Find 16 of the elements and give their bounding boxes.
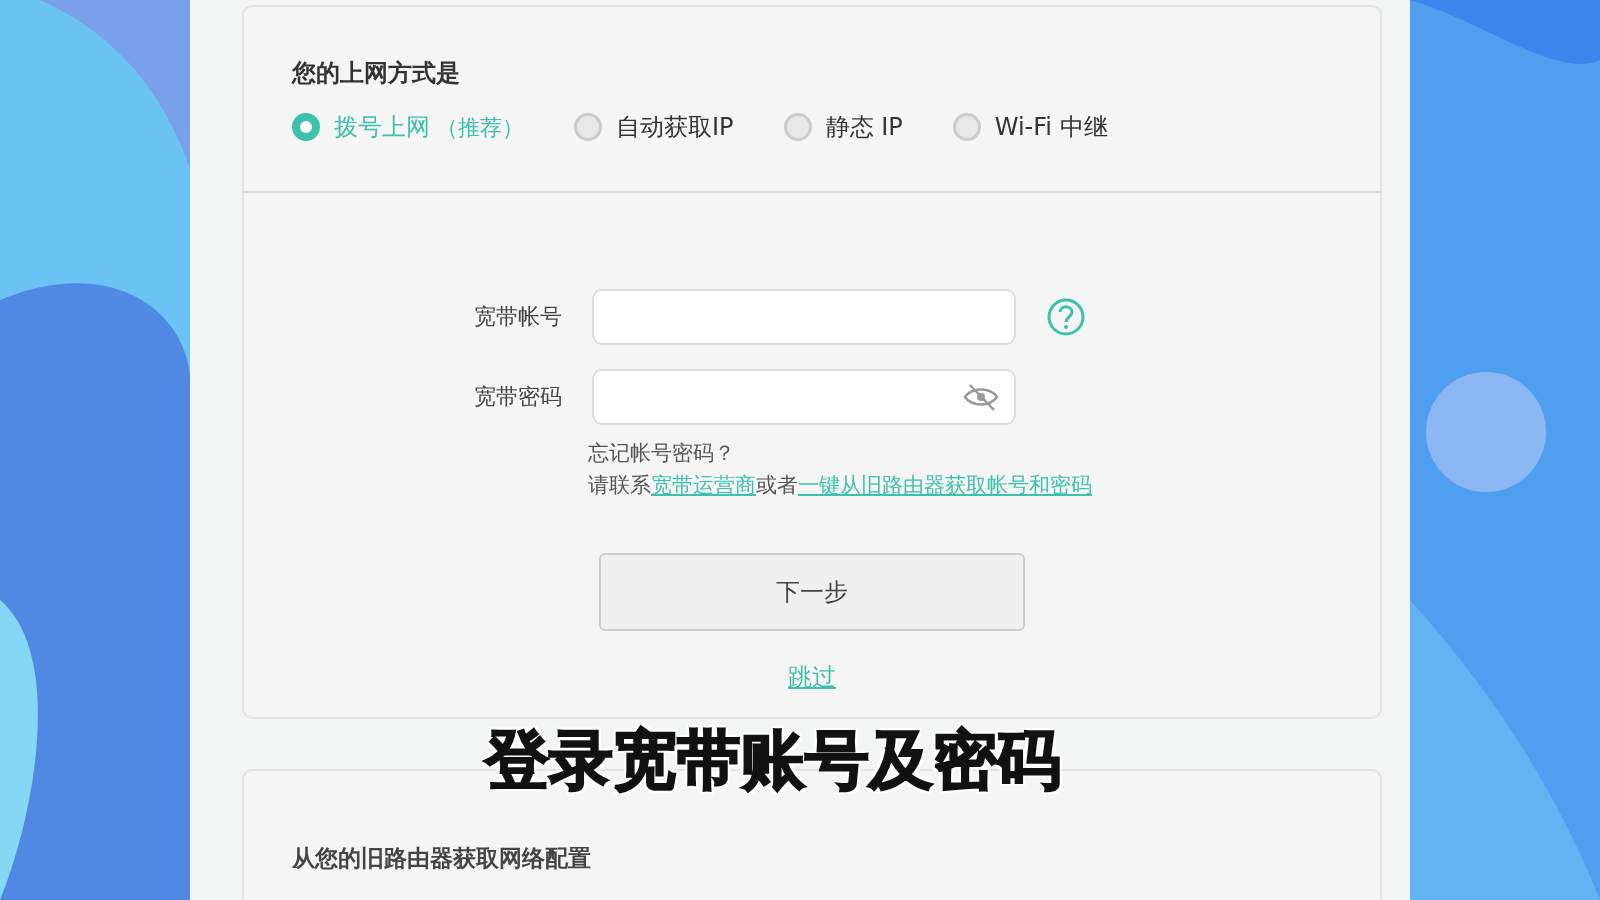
field-label: 宽带密码 [473,383,562,411]
field-label: 宽带帐号 [473,303,562,331]
radio-option[interactable]: Wi-Fi 中继 [952,111,1108,143]
password-field[interactable] [592,369,1016,425]
radio-option[interactable]: 静态 IP [783,111,903,143]
section-title: 从您的旧路由器获取网络配置 [292,844,592,873]
help-text: 请联系 [588,473,651,497]
video-subtitle: 登录宽带账号及密码 [485,722,1061,799]
help-icon[interactable] [1046,297,1086,337]
eye-icon[interactable] [962,382,1000,412]
input-field[interactable] [592,289,1016,345]
radio-option[interactable]: 自动获取IP [574,111,734,143]
help-question: 忘记帐号密码？ [588,440,736,467]
section-title: 您的上网方式是 [292,58,461,89]
help-text: 或者 [756,473,798,497]
next-button[interactable]: 下一步 [599,553,1025,631]
